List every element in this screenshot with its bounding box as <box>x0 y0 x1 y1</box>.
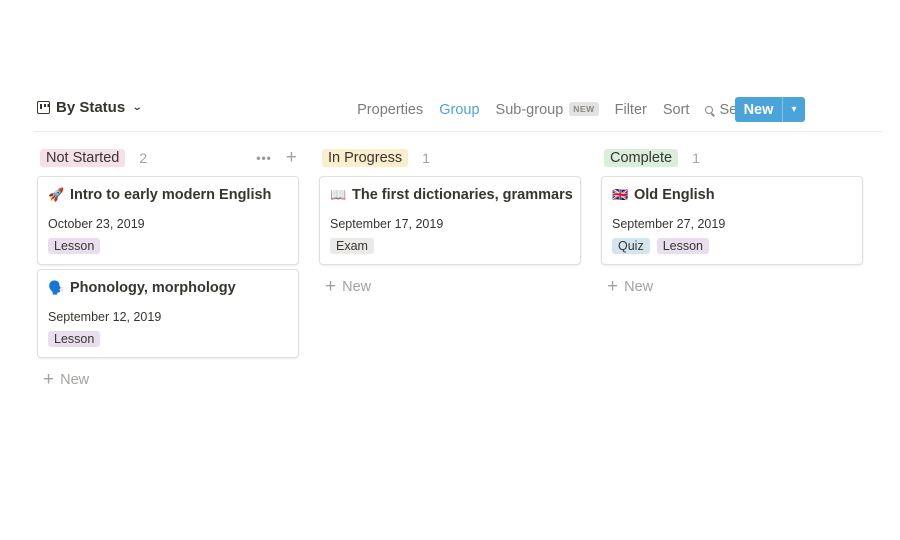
card-title: Old English <box>634 187 715 203</box>
card-title-row: 🇬🇧 Old English <box>612 187 715 203</box>
card-date: September 12, 2019 <box>48 310 162 324</box>
card-tags: Lesson <box>48 331 101 347</box>
plus-icon: + <box>607 276 619 297</box>
status-pill[interactable]: Not Started <box>40 149 126 167</box>
card-tags: Quiz Lesson <box>612 238 710 254</box>
tag: Lesson <box>48 331 101 347</box>
uk-flag-icon: 🇬🇧 <box>612 187 629 202</box>
tag: Quiz <box>612 238 650 254</box>
board-card[interactable]: 📖 The first dictionaries, grammars Septe… <box>319 176 581 265</box>
tag: Lesson <box>656 238 710 254</box>
add-new-card-button[interactable]: + New <box>43 370 301 389</box>
card-title: Phonology, morphology <box>70 280 236 296</box>
board-card[interactable]: 🗣️ Phonology, morphology September 12, 2… <box>37 269 299 358</box>
card-title: Intro to early modern English <box>70 187 272 203</box>
open-book-icon: 📖 <box>330 187 347 202</box>
group-button[interactable]: Group <box>431 102 487 118</box>
plus-icon: + <box>43 369 55 390</box>
board-column-complete: Complete 1 🇬🇧 Old English September 27, … <box>601 146 865 296</box>
add-new-label: New <box>624 278 654 295</box>
subgroup-button[interactable]: Sub-group NEW <box>488 102 607 118</box>
board-card[interactable]: 🚀 Intro to early modern English October … <box>37 176 299 265</box>
column-header: In Progress 1 <box>319 146 583 170</box>
card-date: September 17, 2019 <box>330 217 444 231</box>
speaking-head-icon: 🗣️ <box>48 280 65 295</box>
new-badge: NEW <box>569 102 599 116</box>
chevron-down-icon: ▾ <box>791 104 797 115</box>
card-tags: Lesson <box>48 238 101 254</box>
board-view-icon <box>37 101 50 114</box>
board-column-not-started: Not Started 2 ••• + 🚀 Intro to early mod… <box>37 146 301 389</box>
card-title-row: 📖 The first dictionaries, grammars <box>330 187 573 203</box>
new-button[interactable]: New <box>735 97 782 122</box>
view-selector[interactable]: By Status ⌄ <box>37 99 143 116</box>
column-count: 2 <box>139 150 148 166</box>
sort-button[interactable]: Sort <box>655 102 698 118</box>
filter-button[interactable]: Filter <box>607 102 655 118</box>
rocket-icon: 🚀 <box>48 187 65 202</box>
tag: Exam <box>330 238 374 254</box>
view-name: By Status <box>56 99 126 116</box>
card-date: September 27, 2019 <box>612 217 726 231</box>
properties-button[interactable]: Properties <box>349 102 431 118</box>
status-pill[interactable]: In Progress <box>322 149 409 167</box>
search-icon <box>705 106 714 114</box>
status-pill[interactable]: Complete <box>604 149 679 167</box>
column-header: Complete 1 <box>601 146 865 170</box>
chevron-down-icon: ⌄ <box>131 102 143 113</box>
new-dropdown-button[interactable]: ▾ <box>782 97 805 122</box>
tag: Lesson <box>48 238 101 254</box>
column-header: Not Started 2 ••• + <box>37 146 301 170</box>
toolbar-divider <box>34 131 882 132</box>
card-tags: Exam <box>330 238 374 254</box>
add-new-card-button[interactable]: + New <box>325 277 583 296</box>
subgroup-label: Sub-group <box>495 102 564 118</box>
column-more-icon[interactable]: ••• <box>256 151 272 165</box>
add-new-label: New <box>60 371 90 388</box>
plus-icon: + <box>325 276 337 297</box>
card-title-row: 🗣️ Phonology, morphology <box>48 280 236 296</box>
board-toolbar: By Status ⌄ Properties Group Sub-group NE… <box>37 96 883 124</box>
board-column-in-progress: In Progress 1 📖 The first dictionaries, … <box>319 146 583 296</box>
card-title: The first dictionaries, grammars <box>352 187 573 203</box>
add-new-label: New <box>342 278 372 295</box>
column-count: 1 <box>692 150 700 166</box>
column-count: 1 <box>422 150 430 166</box>
card-date: October 23, 2019 <box>48 217 145 231</box>
add-new-card-button[interactable]: + New <box>607 277 865 296</box>
card-title-row: 🚀 Intro to early modern English <box>48 187 271 203</box>
board-card[interactable]: 🇬🇧 Old English September 27, 2019 Quiz L… <box>601 176 863 265</box>
column-add-icon[interactable]: + <box>286 148 297 167</box>
new-button-group: New ▾ <box>735 97 805 122</box>
